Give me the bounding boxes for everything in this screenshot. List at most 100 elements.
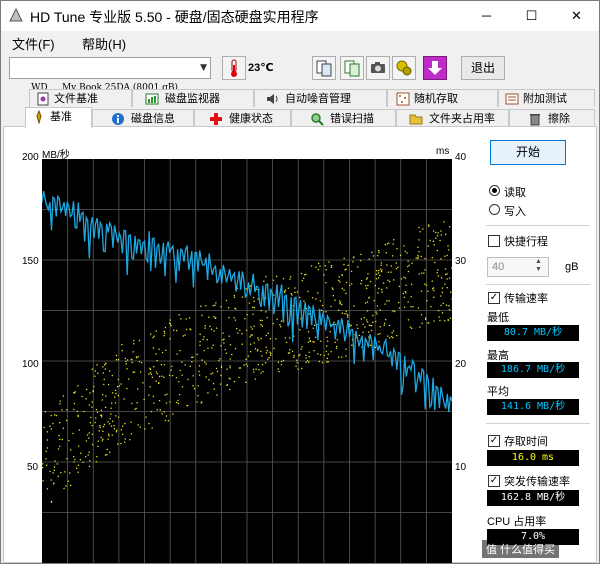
access-time-point — [205, 363, 207, 365]
access-time-point — [85, 398, 87, 400]
tab-random-access[interactable]: 随机存取 — [387, 89, 498, 107]
save-button[interactable] — [423, 56, 447, 80]
access-time-point — [106, 448, 108, 451]
short-stroke-checkbox[interactable] — [488, 235, 500, 247]
tab-error-scan[interactable]: 错误扫描 — [291, 109, 396, 127]
access-time-point — [250, 343, 252, 345]
drive-select[interactable]: WD My Book 25DA (8001 gB) ▼ — [9, 57, 211, 93]
short-stroke-unit: gB — [565, 261, 579, 273]
access-time-point — [46, 488, 49, 490]
copy-text-button[interactable] — [312, 56, 336, 80]
access-time-checkbox[interactable]: ✓ — [488, 435, 500, 447]
access-time-point — [441, 291, 444, 294]
access-time-point — [371, 251, 373, 253]
access-time-point — [103, 383, 105, 386]
temperature-button[interactable] — [222, 56, 246, 80]
tab-erase[interactable]: 擦除 — [509, 109, 595, 127]
access-time-point — [432, 240, 434, 242]
access-time-point — [225, 352, 228, 354]
minimize-button[interactable]: ─ — [464, 1, 509, 31]
camera-icon — [371, 62, 385, 73]
tab-health[interactable]: 健康状态 — [194, 109, 291, 127]
read-radio[interactable] — [489, 185, 500, 196]
access-time-point — [345, 310, 347, 313]
access-time-point — [434, 261, 436, 264]
access-time-point — [326, 345, 328, 347]
access-time-point — [245, 358, 247, 360]
access-time-point — [405, 284, 407, 286]
access-time-point — [446, 287, 448, 289]
access-time-point — [161, 413, 163, 415]
tab-benchmark[interactable]: 基准 — [25, 107, 92, 128]
access-time-point — [245, 329, 248, 331]
access-time-point — [369, 280, 372, 283]
access-time-point — [120, 383, 122, 385]
start-button[interactable]: 开始 — [490, 140, 566, 165]
burst-rate-checkbox[interactable]: ✓ — [488, 475, 500, 487]
access-time-point — [319, 354, 322, 356]
access-time-point — [207, 347, 209, 349]
tab-extra-tests[interactable]: 附加测试 — [498, 89, 595, 107]
access-time-point — [57, 475, 59, 477]
access-time-point — [66, 458, 68, 460]
access-time-point — [226, 384, 228, 386]
access-time-point — [295, 365, 297, 367]
access-time-point — [197, 385, 199, 387]
access-time-point — [155, 353, 157, 355]
maximize-button[interactable]: ☐ — [509, 1, 554, 31]
menu-file[interactable]: 文件(F) — [12, 34, 55, 53]
copy-all-button[interactable] — [340, 56, 364, 80]
access-time-point — [91, 424, 93, 427]
access-time-point — [364, 326, 366, 328]
access-time-point — [381, 288, 383, 291]
access-time-point — [249, 336, 251, 338]
access-time-point — [379, 333, 381, 335]
access-time-point — [403, 296, 406, 298]
exit-button[interactable]: 退出 — [461, 56, 505, 80]
access-time-point — [126, 387, 128, 390]
access-time-point — [366, 321, 369, 323]
tab-disk-info[interactable]: 磁盘信息 — [92, 109, 194, 127]
access-time-point — [184, 334, 186, 336]
transfer-rate-checkbox[interactable]: ✓ — [488, 292, 500, 304]
access-time-point — [228, 377, 231, 379]
access-time-point — [375, 278, 378, 280]
short-stroke-input[interactable]: 40 ▲ ▼ — [487, 257, 549, 277]
access-time-point — [440, 295, 442, 297]
access-time-point — [100, 436, 102, 439]
access-time-point — [431, 257, 433, 259]
y-left-tick: 150 — [22, 256, 39, 267]
access-time-point — [332, 288, 334, 290]
access-time-point — [273, 294, 275, 296]
tab-noise-management[interactable]: 自动噪音管理 — [254, 89, 387, 107]
access-time-point — [280, 360, 283, 363]
access-time-point — [201, 314, 203, 317]
write-radio[interactable] — [489, 204, 500, 215]
access-time-point — [252, 296, 255, 299]
avg-label: 平均 — [487, 386, 509, 398]
access-time-point — [45, 450, 47, 452]
access-time-point — [445, 233, 447, 235]
access-time-point — [210, 328, 213, 330]
access-time-point — [320, 309, 323, 311]
access-time-point — [179, 369, 181, 372]
close-button[interactable]: ✕ — [554, 1, 599, 31]
access-time-point — [260, 337, 262, 340]
access-time-point — [378, 287, 380, 290]
access-time-point — [449, 226, 451, 228]
access-time-point — [417, 307, 420, 309]
options-button[interactable] — [392, 56, 416, 80]
tab-disk-monitor[interactable]: 磁盘监视器 — [132, 89, 254, 107]
access-time-point — [103, 423, 106, 426]
access-time-point — [313, 350, 315, 352]
tab-file-benchmark[interactable]: 文件基准 — [29, 89, 132, 107]
access-time-point — [375, 270, 378, 272]
access-time-point — [293, 356, 295, 358]
tab-folder-usage[interactable]: 文件夹占用率 — [396, 109, 509, 127]
menu-help[interactable]: 帮助(H) — [82, 34, 126, 53]
access-time-point — [181, 374, 183, 376]
access-time-point — [431, 280, 433, 282]
magnifier-icon — [311, 113, 324, 126]
screenshot-button[interactable] — [366, 56, 390, 80]
access-time-point — [420, 314, 423, 316]
